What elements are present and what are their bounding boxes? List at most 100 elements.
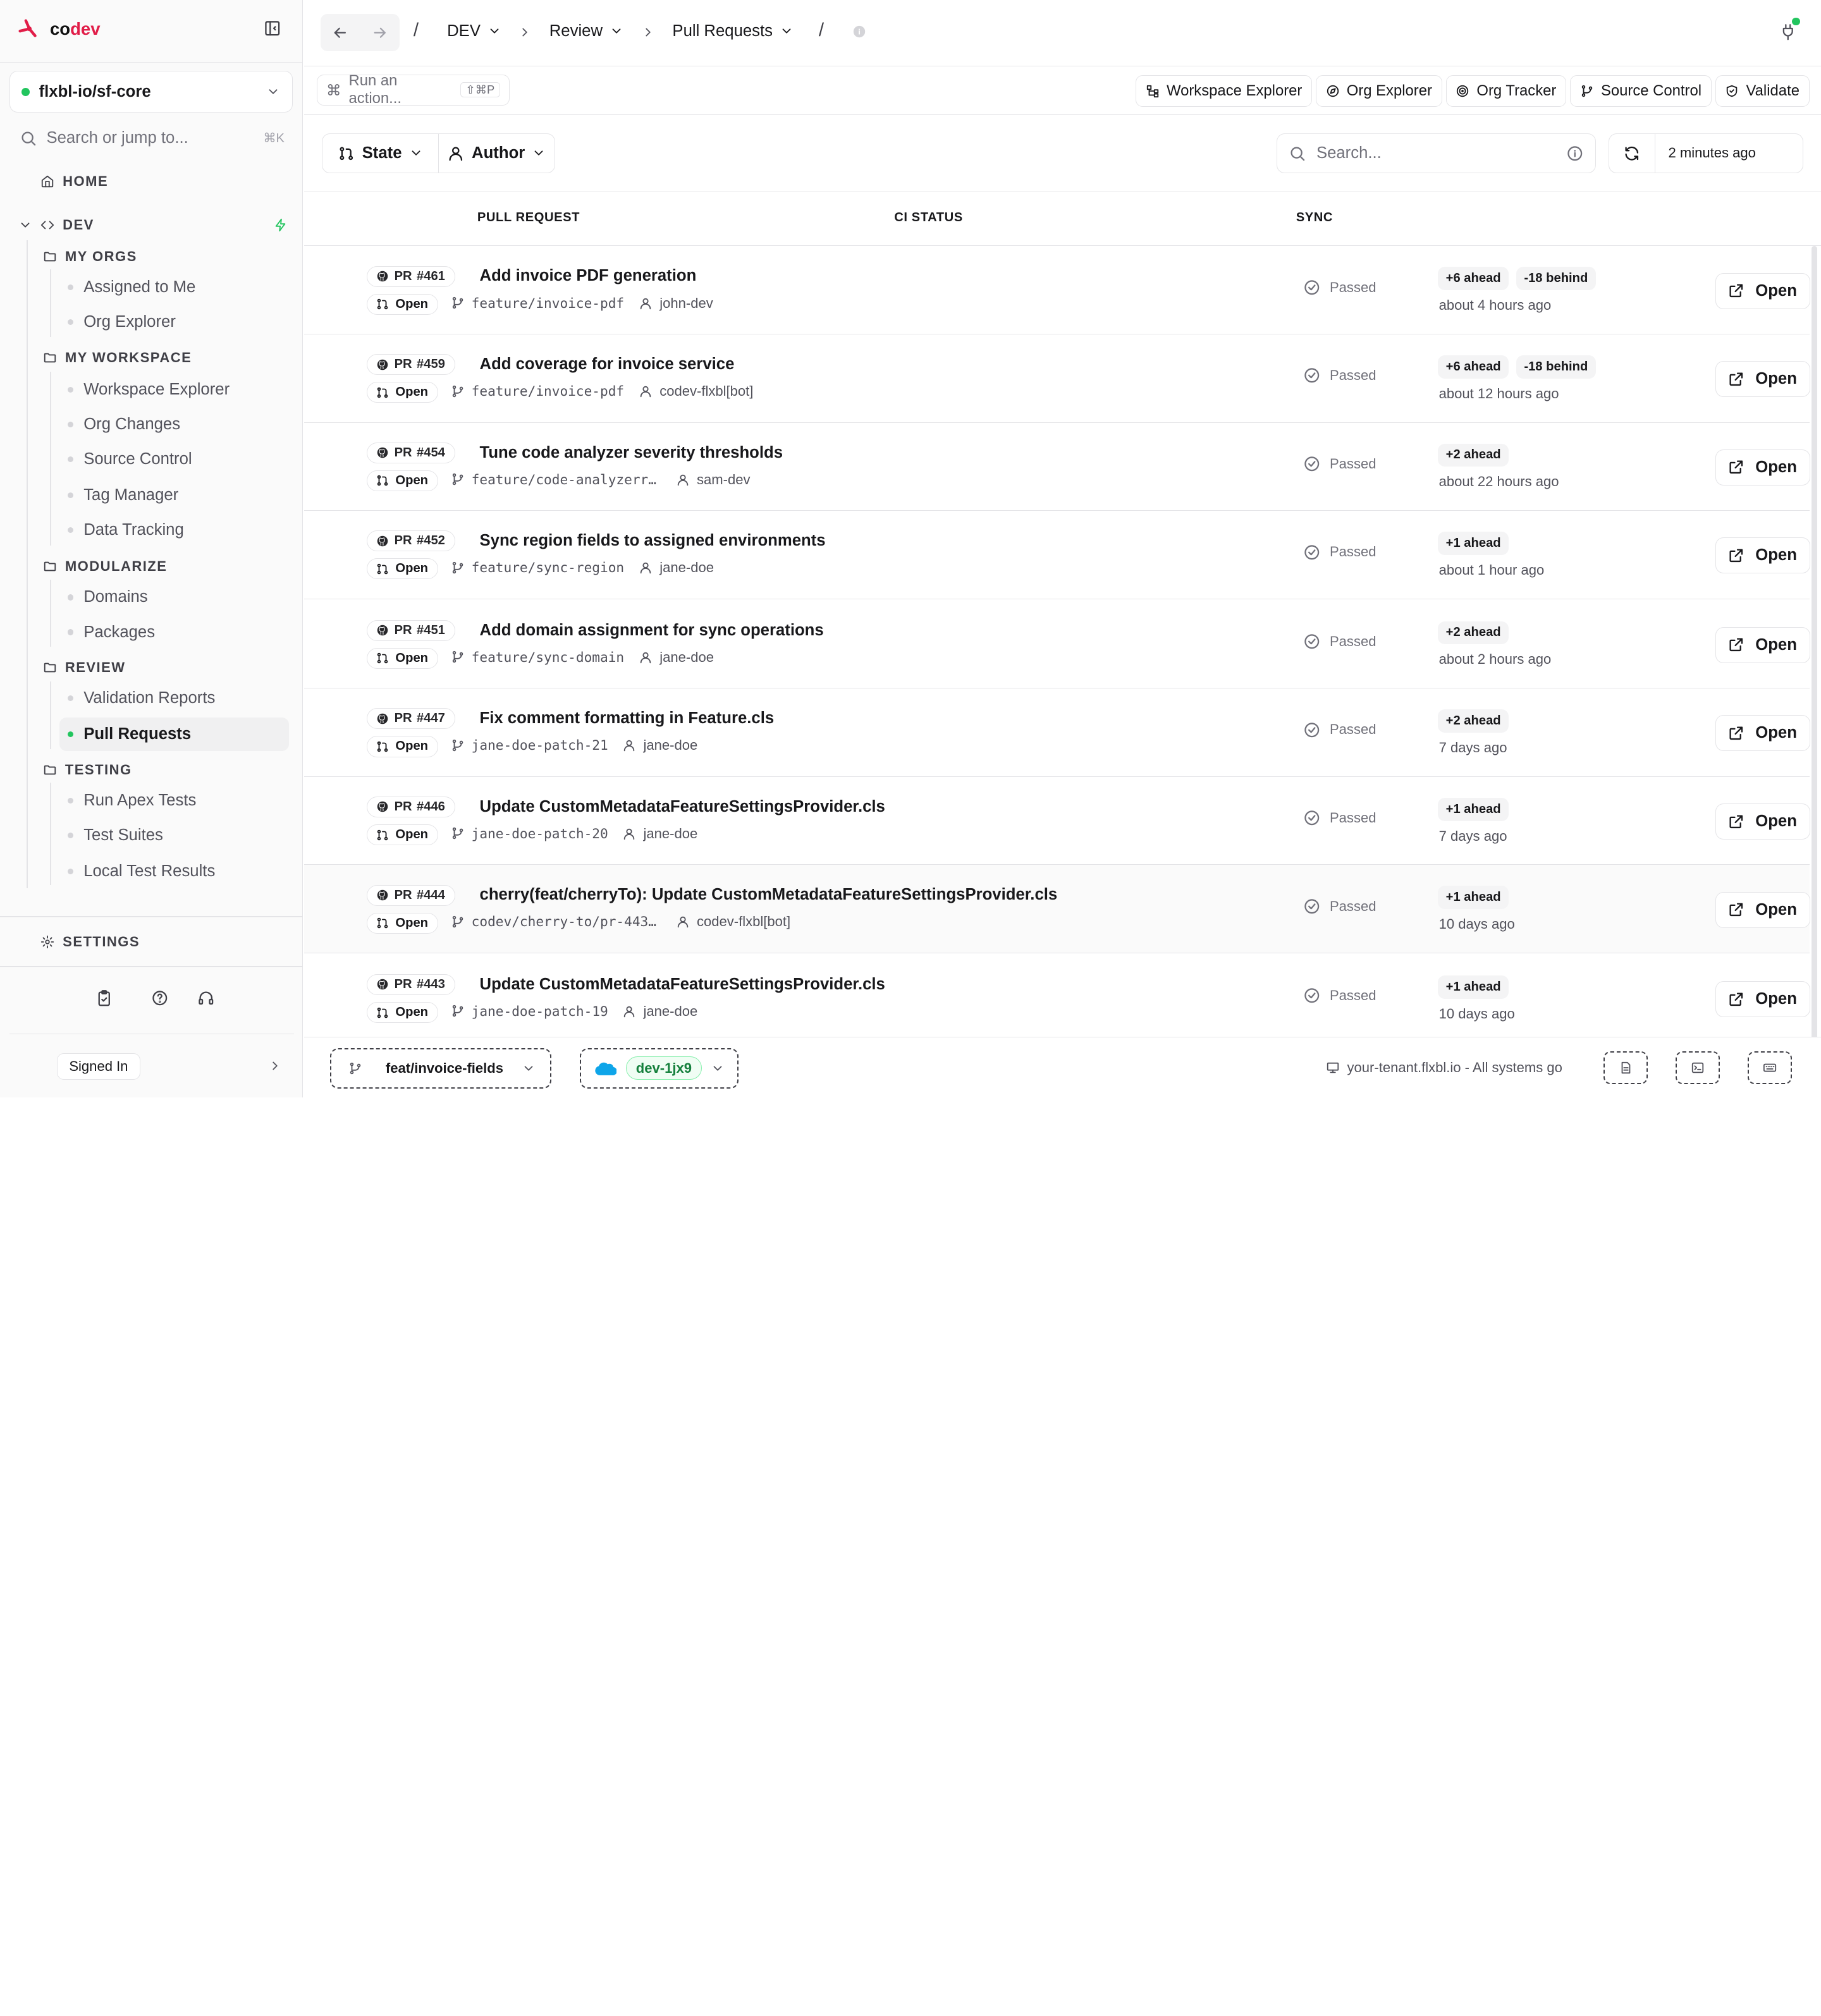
nav-dev[interactable]: DEV xyxy=(18,217,288,233)
workspace-selector[interactable]: flxbl-io/sf-core xyxy=(9,71,293,113)
pr-title[interactable]: Add coverage for invoice service xyxy=(480,355,735,374)
org-explorer-button[interactable]: Org Explorer xyxy=(1315,75,1442,107)
brand-logo[interactable]: codev xyxy=(18,18,101,39)
open-pr-button[interactable]: Open xyxy=(1715,891,1811,928)
sidebar-item-assigned-to-me[interactable]: Assigned to Me xyxy=(59,271,290,304)
pr-state-badge: Open xyxy=(367,736,438,757)
pr-number-badge[interactable]: PR #461 xyxy=(367,266,455,287)
pr-number-badge[interactable]: PR #443 xyxy=(367,974,455,996)
pr-number-badge[interactable]: PR #452 xyxy=(367,530,455,552)
breadcrumb-pull-requests[interactable]: Pull Requests xyxy=(672,22,794,40)
open-pr-button[interactable]: Open xyxy=(1715,626,1811,663)
author-filter-button[interactable]: Author xyxy=(438,134,555,173)
sidebar-item-run-apex-tests[interactable]: Run Apex Tests xyxy=(59,784,290,817)
info-icon[interactable] xyxy=(852,25,866,39)
sidebar-item-workspace-explorer[interactable]: Workspace Explorer xyxy=(59,373,290,406)
group-my-workspace[interactable]: MY WORKSPACE xyxy=(43,350,192,366)
open-pr-button[interactable]: Open xyxy=(1715,803,1811,840)
bullet xyxy=(67,594,73,601)
sidebar-item-packages[interactable]: Packages xyxy=(59,615,290,649)
pr-number-badge[interactable]: PR #451 xyxy=(367,620,455,641)
open-pr-button[interactable]: Open xyxy=(1715,272,1811,309)
table-row[interactable]: PR #461 Add invoice PDF generation Open f… xyxy=(304,246,1811,334)
clipboard-icon[interactable] xyxy=(95,989,113,1007)
org-selector[interactable]: dev-1jx9 xyxy=(579,1048,739,1089)
pr-number-badge[interactable]: PR #444 xyxy=(367,884,455,906)
branch-selector[interactable]: feat/invoice-fields xyxy=(329,1048,552,1089)
pr-title[interactable]: Tune code analyzer severity thresholds xyxy=(480,444,783,462)
run-action-input[interactable]: Run an action... ⇧⌘P xyxy=(317,72,510,107)
pr-number-badge[interactable]: PR #454 xyxy=(367,442,455,463)
sidebar-item-source-control[interactable]: Source Control xyxy=(59,443,290,476)
sidebar-item-org-changes[interactable]: Org Changes xyxy=(59,408,290,441)
breadcrumb-review[interactable]: Review xyxy=(549,22,623,40)
table-row[interactable]: PR #451 Add domain assignment for sync op… xyxy=(304,601,1811,689)
source-control-button[interactable]: Source Control xyxy=(1570,75,1712,107)
chevron-right-icon[interactable] xyxy=(268,1059,282,1073)
open-pr-button[interactable]: Open xyxy=(1715,361,1811,398)
signed-in-badge[interactable]: Signed In xyxy=(56,1053,140,1080)
open-pr-button[interactable]: Open xyxy=(1715,981,1811,1017)
help-icon[interactable] xyxy=(151,989,169,1007)
group-testing[interactable]: TESTING xyxy=(43,762,132,778)
table-row[interactable]: PR #447 Fix comment formatting in Feature… xyxy=(304,688,1811,777)
sidebar-item-validation-reports[interactable]: Validation Reports xyxy=(59,681,290,715)
table-row[interactable]: PR #444 cherry(feat/cherryTo): Update Cus… xyxy=(304,865,1811,953)
sidebar-item-org-explorer[interactable]: Org Explorer xyxy=(59,305,290,339)
notes-button[interactable] xyxy=(1603,1051,1648,1084)
open-pr-button[interactable]: Open xyxy=(1715,537,1811,574)
pr-number-badge[interactable]: PR #459 xyxy=(367,354,455,376)
open-pr-button[interactable]: Open xyxy=(1715,449,1811,486)
pr-label: PR xyxy=(394,977,412,991)
sidebar-item-test-suites[interactable]: Test Suites xyxy=(59,819,290,852)
plug-icon[interactable] xyxy=(1779,23,1797,41)
keyboard-button[interactable] xyxy=(1748,1051,1792,1084)
sidebar-item-pull-requests[interactable]: Pull Requests xyxy=(59,718,290,752)
state-filter-button[interactable]: State xyxy=(322,134,438,172)
open-pr-button[interactable]: Open xyxy=(1715,715,1811,752)
pr-title[interactable]: Update CustomMetadataFeatureSettingsProv… xyxy=(480,975,885,994)
ci-status-label: Passed xyxy=(1329,809,1376,826)
workspace-explorer-button[interactable]: Workspace Explorer xyxy=(1136,75,1313,107)
table-row[interactable]: PR #446 Update CustomMetadataFeatureSetti… xyxy=(304,777,1811,865)
pr-title[interactable]: Fix comment formatting in Feature.cls xyxy=(480,709,775,728)
chevron-right-icon xyxy=(518,25,532,39)
sidebar-item-data-tracking[interactable]: Data Tracking xyxy=(59,513,290,547)
table-row[interactable]: PR #443 Update CustomMetadataFeatureSetti… xyxy=(304,955,1811,1043)
chevron-down-icon xyxy=(490,28,499,34)
table-row[interactable]: PR #454 Tune code analyzer severity thres… xyxy=(304,423,1811,511)
pr-number: #459 xyxy=(416,357,445,372)
breadcrumb-dev[interactable]: DEV xyxy=(447,22,501,40)
terminal-button[interactable] xyxy=(1676,1051,1720,1084)
sidebar-item-domains[interactable]: Domains xyxy=(59,580,290,614)
group-modularize[interactable]: MODULARIZE xyxy=(43,558,167,575)
headset-icon[interactable] xyxy=(197,989,215,1007)
group-review[interactable]: REVIEW xyxy=(43,659,126,676)
scrollbar[interactable] xyxy=(1812,246,1818,1048)
back-arrow-icon[interactable] xyxy=(331,24,349,42)
forward-arrow-icon[interactable] xyxy=(371,24,389,42)
pr-title[interactable]: Update CustomMetadataFeatureSettingsProv… xyxy=(480,798,885,816)
validate-button[interactable]: Validate xyxy=(1715,75,1810,107)
pr-search-input[interactable]: Search... xyxy=(1276,133,1596,173)
nav-settings[interactable]: SETTINGS xyxy=(40,934,140,950)
sidebar-item-local-test-results[interactable]: Local Test Results xyxy=(59,855,290,888)
refresh-icon[interactable] xyxy=(1609,134,1656,173)
sidebar-search[interactable]: Search or jump to... ⌘K xyxy=(20,129,285,147)
pr-title[interactable]: cherry(feat/cherryTo): Update CustomMeta… xyxy=(480,886,1058,904)
table-row[interactable]: PR #459 Add coverage for invoice service … xyxy=(304,334,1811,423)
table-row[interactable]: PR #452 Sync region fields to assigned en… xyxy=(304,511,1811,599)
pr-title[interactable]: Add domain assignment for sync operation… xyxy=(480,621,824,640)
sidebar-item-tag-manager[interactable]: Tag Manager xyxy=(59,479,290,512)
ahead-badge: +1 ahead xyxy=(1437,975,1509,999)
org-tracker-button[interactable]: Org Tracker xyxy=(1445,75,1567,107)
pr-number-badge[interactable]: PR #447 xyxy=(367,708,455,730)
group-my-orgs[interactable]: MY ORGS xyxy=(43,248,137,265)
sidebar-toggle-icon[interactable] xyxy=(264,20,281,37)
github-icon xyxy=(377,979,388,990)
pr-number-badge[interactable]: PR #446 xyxy=(367,796,455,818)
pr-title[interactable]: Add invoice PDF generation xyxy=(480,267,697,285)
pr-title[interactable]: Sync region fields to assigned environme… xyxy=(480,532,826,550)
nav-home[interactable]: HOME xyxy=(40,173,108,190)
info-icon[interactable] xyxy=(1566,145,1584,162)
